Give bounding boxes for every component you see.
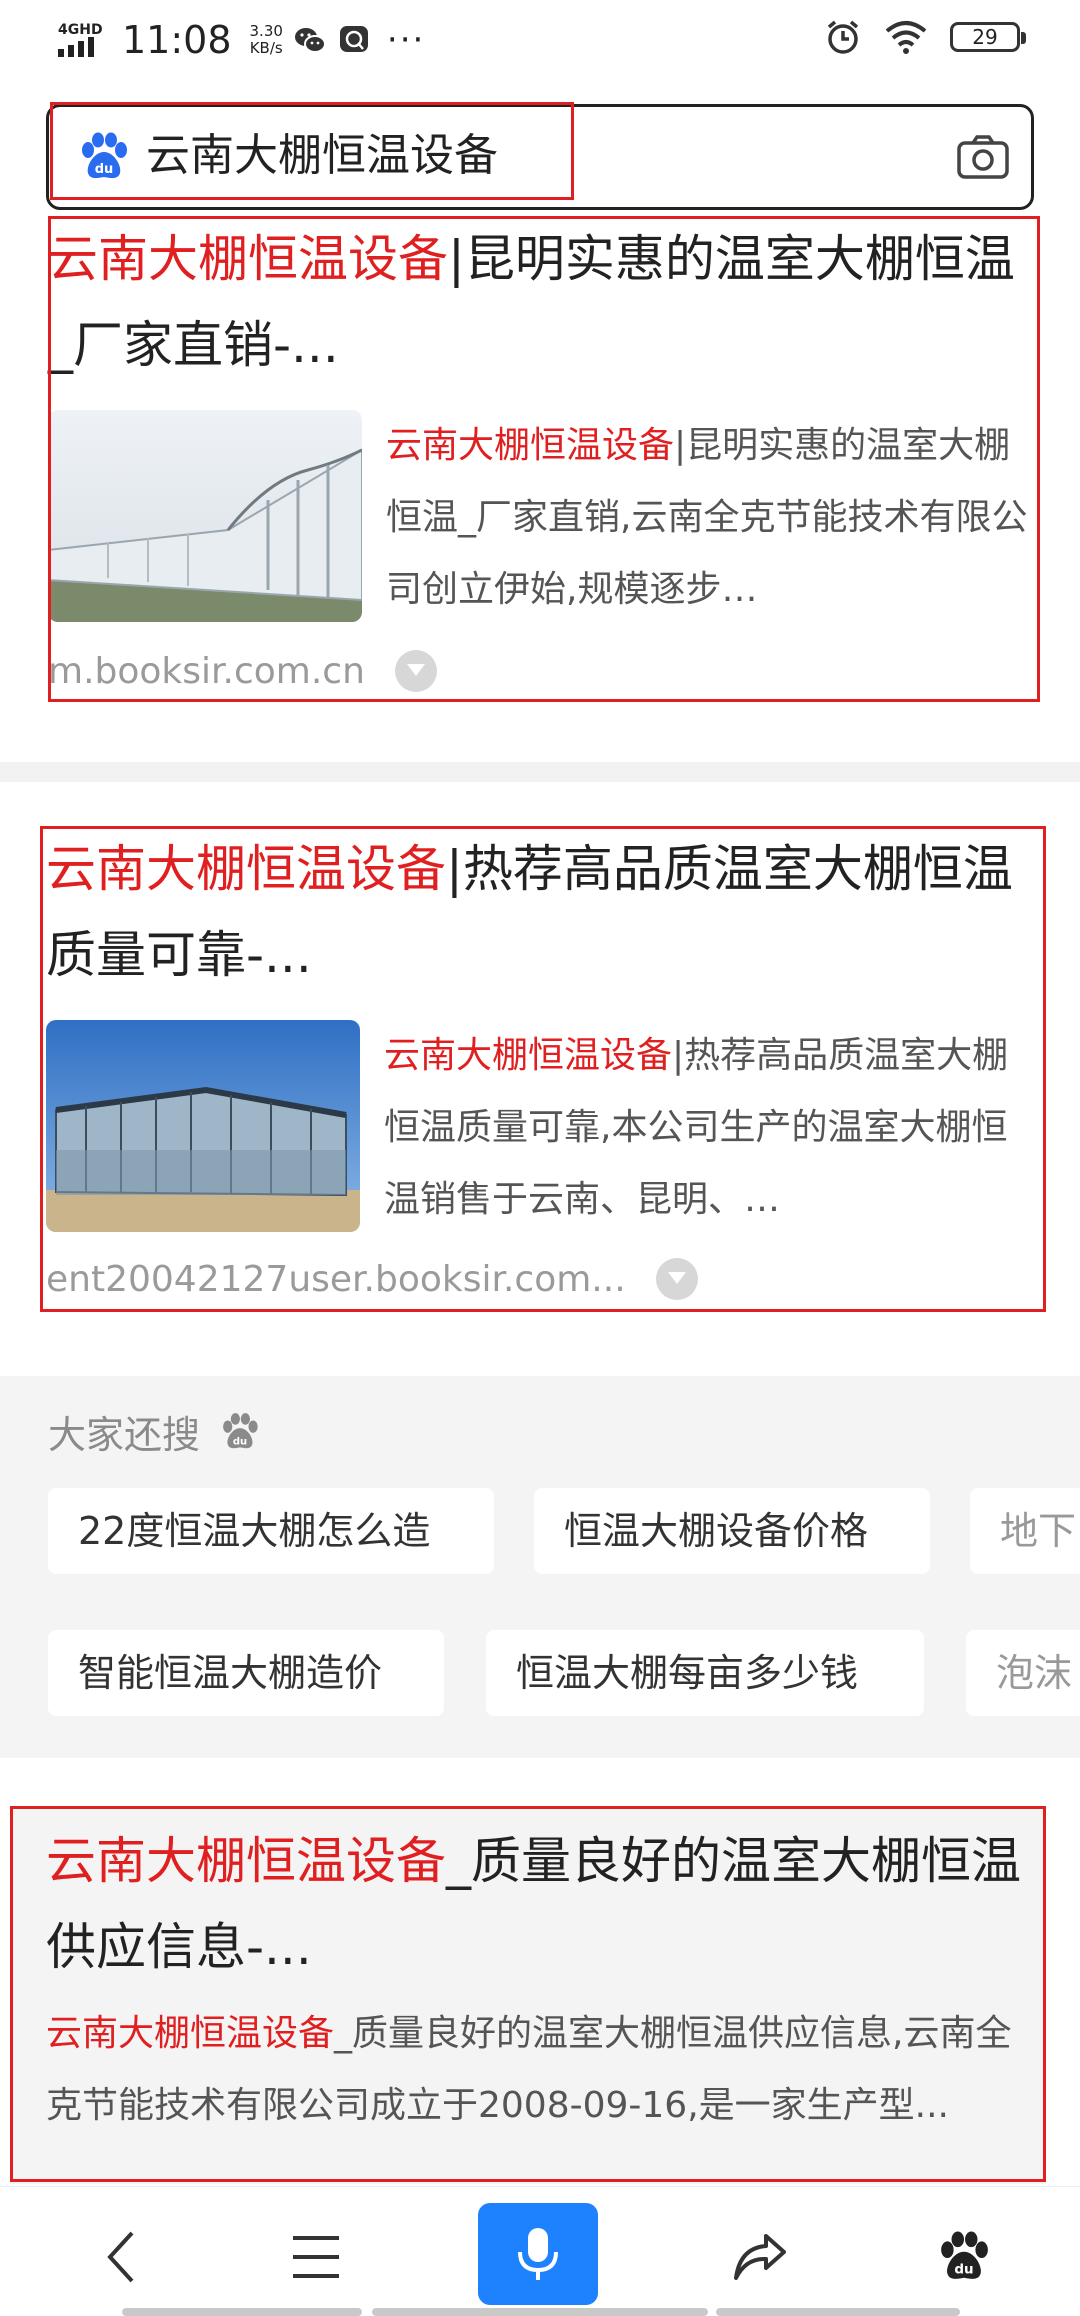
- back-button[interactable]: [62, 2207, 182, 2307]
- gesture-bar: [716, 2308, 960, 2316]
- message-app-icon: [339, 26, 368, 52]
- related-chip[interactable]: 泡沫: [966, 1630, 1080, 1716]
- result-snippet: 云南大棚恒温设备|热荐高品质温室大棚恒温质量可靠,本公司生产的温室大棚恒温销售于…: [384, 1035, 1009, 1220]
- result-snippet: 云南大棚恒温设备|昆明实惠的温室大棚恒温_厂家直销,云南全克节能技术有限公司创立…: [386, 425, 1028, 610]
- related-chip[interactable]: 恒温大棚每亩多少钱: [486, 1630, 924, 1716]
- search-result-2[interactable]: 云南大棚恒温设备|热荐高品质温室大棚恒温质量可靠-... 云南大棚恒温设备|热荐…: [46, 826, 1034, 1300]
- status-bar: 4GHD 11:08 3.30 KB/s ··· 29: [0, 0, 1080, 84]
- chevron-down-icon[interactable]: [655, 1258, 698, 1300]
- gesture-bar: [372, 2308, 708, 2316]
- more-notifications-icon: ···: [386, 20, 426, 60]
- camera-icon[interactable]: [956, 134, 1010, 180]
- menu-icon: [293, 2236, 339, 2278]
- baidu-paw-icon: du: [941, 2231, 988, 2279]
- wechat-icon: [294, 28, 326, 53]
- result-title[interactable]: 云南大棚恒温设备|昆明实惠的温室大棚恒温_厂家直销-...: [48, 216, 1032, 388]
- related-chip[interactable]: 22度恒温大棚怎么造: [48, 1488, 494, 1574]
- result-title[interactable]: 云南大棚恒温设备_质量良好的温室大棚恒温供应信息-...: [46, 1818, 1026, 1990]
- baidu-home-button[interactable]: du: [904, 2207, 1024, 2307]
- chevron-left-icon: [107, 2231, 134, 2283]
- related-chip[interactable]: 地下: [970, 1488, 1080, 1574]
- clock-time: 11:08: [122, 18, 232, 62]
- result-snippet: 云南大棚恒温设备_质量良好的温室大棚恒温供应信息,云南全克节能技术有限公司成立于…: [46, 2013, 1012, 2126]
- result-url[interactable]: m.booksir.com.cn: [48, 651, 365, 692]
- share-icon: [734, 2234, 786, 2280]
- search-highlight-box: [50, 102, 574, 200]
- result-title[interactable]: 云南大棚恒温设备|热荐高品质温室大棚恒温质量可靠-...: [46, 826, 1034, 998]
- chevron-down-icon[interactable]: [394, 650, 437, 692]
- related-searches: 大家还搜 du 22度恒温大棚怎么造 恒温大棚设备价格 地下 智能恒温大棚造价 …: [0, 1376, 1080, 1758]
- result-thumbnail[interactable]: [48, 410, 362, 622]
- related-searches-title: 大家还搜 du: [48, 1404, 260, 1459]
- alarm-icon: [827, 20, 859, 54]
- signal-bars-icon: [58, 37, 94, 57]
- microphone-icon: [518, 2228, 558, 2280]
- search-result-3[interactable]: 云南大棚恒温设备_质量良好的温室大棚恒温供应信息-... 云南大棚恒温设备_质量…: [10, 1808, 1046, 2184]
- result-url[interactable]: ent20042127user.booksir.com...: [46, 1259, 626, 1300]
- gesture-bar: [122, 2308, 362, 2316]
- result-thumbnail[interactable]: [46, 1020, 360, 1232]
- section-divider: [0, 762, 1080, 782]
- svg-text:du: du: [954, 2262, 973, 2278]
- related-chip[interactable]: 智能恒温大棚造价: [48, 1630, 444, 1716]
- bottom-navigation: du: [0, 2186, 1080, 2316]
- related-chip[interactable]: 恒温大棚设备价格: [534, 1488, 930, 1574]
- menu-button[interactable]: [256, 2207, 376, 2307]
- network-type: 4GHD: [58, 22, 103, 38]
- voice-search-button[interactable]: [478, 2203, 598, 2305]
- battery-indicator: 29: [950, 22, 1026, 52]
- baidu-paw-icon: du: [223, 1412, 258, 1448]
- svg-text:du: du: [233, 1436, 247, 1447]
- wifi-icon: [885, 21, 927, 54]
- share-button[interactable]: [700, 2207, 820, 2307]
- network-speed: 3.30 KB/s: [249, 22, 283, 57]
- signal-icon: 4GHD: [58, 23, 106, 57]
- search-result-1[interactable]: 云南大棚恒温设备|昆明实惠的温室大棚恒温_厂家直销-... 云南大棚恒温设备|昆…: [48, 216, 1032, 692]
